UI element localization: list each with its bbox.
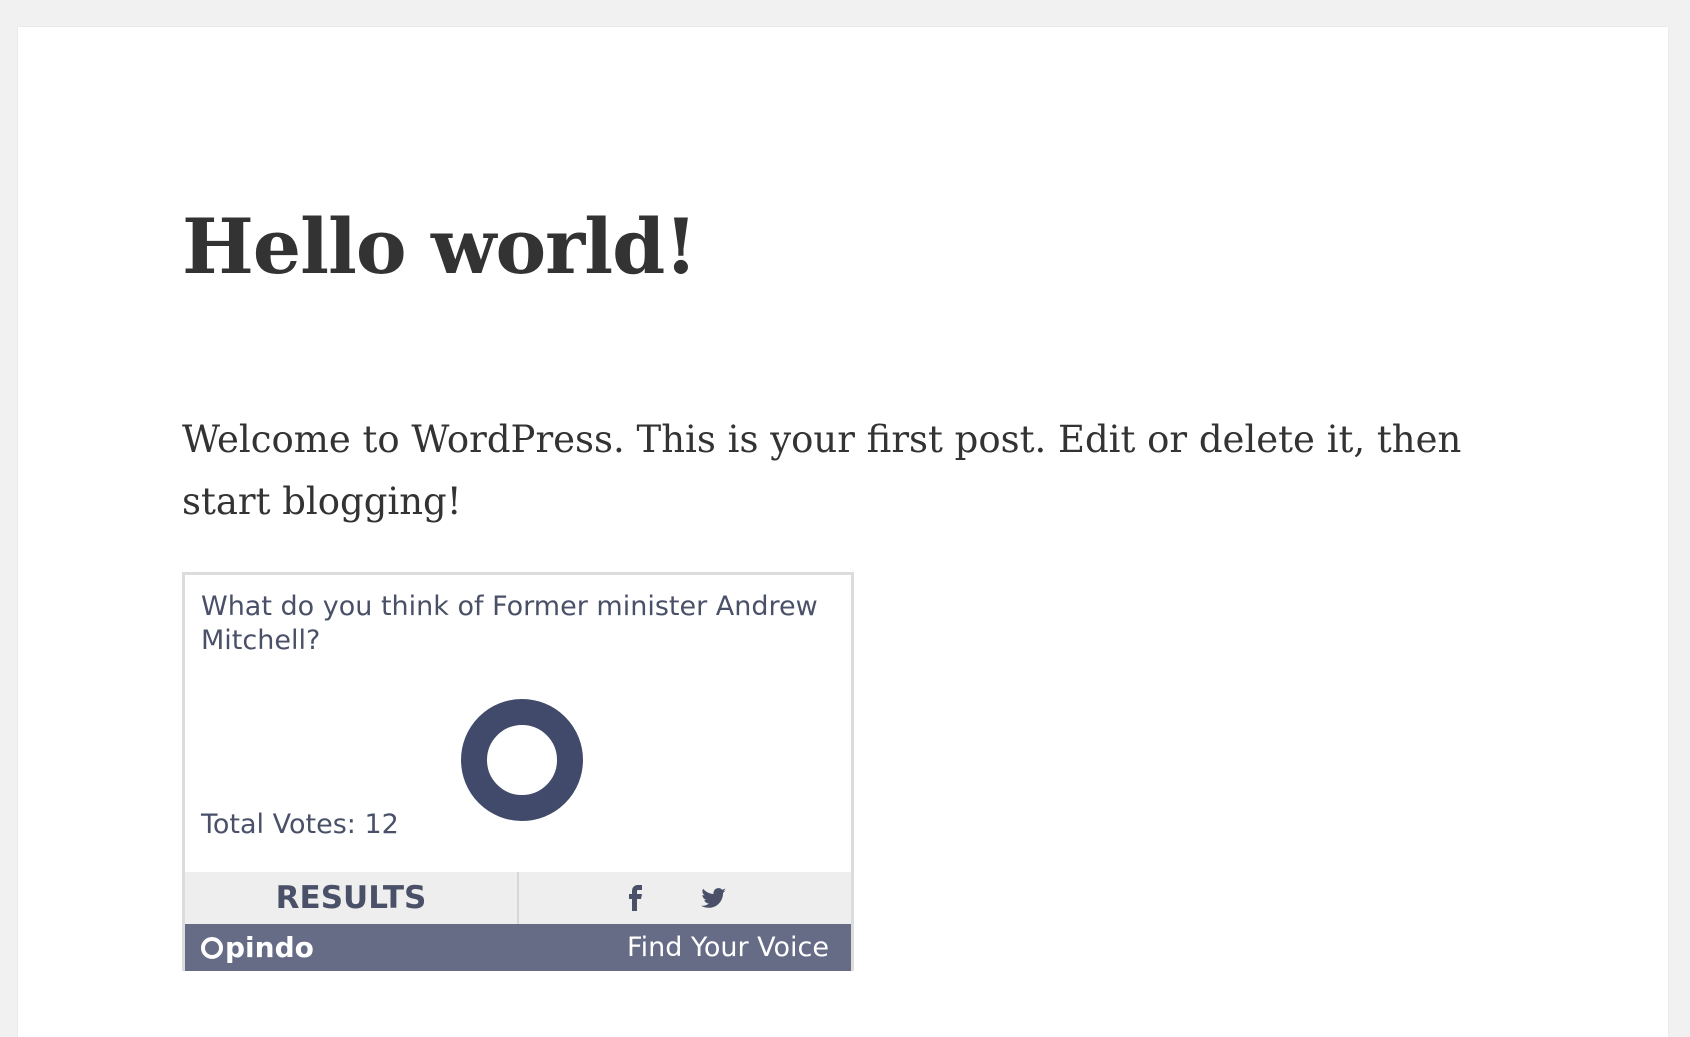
poll-question: What do you think of Former minister And… [201,591,818,656]
post-content: Welcome to WordPress. This is your first… [182,418,1462,523]
poll-results-ring-icon [461,699,583,821]
poll-actions-bar: RESULTS [185,872,851,924]
poll-total-votes-label: Total Votes: [201,809,356,840]
share-group [519,872,851,924]
brand-name: pindo [225,931,314,964]
facebook-icon[interactable] [620,882,652,914]
twitter-icon[interactable] [697,882,729,914]
opindo-brand[interactable]: pindo [201,924,314,971]
article: Hello world! Welcome to WordPress. This … [18,27,1668,1037]
opindo-logo-icon [201,936,223,959]
tagline: Find Your Voice [627,932,829,963]
poll-footer: pindo Find Your Voice [185,924,851,971]
poll-widget: What do you think of Former minister And… [182,572,854,971]
post-title: Hello world! [182,202,698,291]
poll-total-votes-count: 12 [364,809,399,840]
poll-total-votes: Total Votes: 12 [201,808,399,842]
results-button[interactable]: RESULTS [185,872,519,924]
